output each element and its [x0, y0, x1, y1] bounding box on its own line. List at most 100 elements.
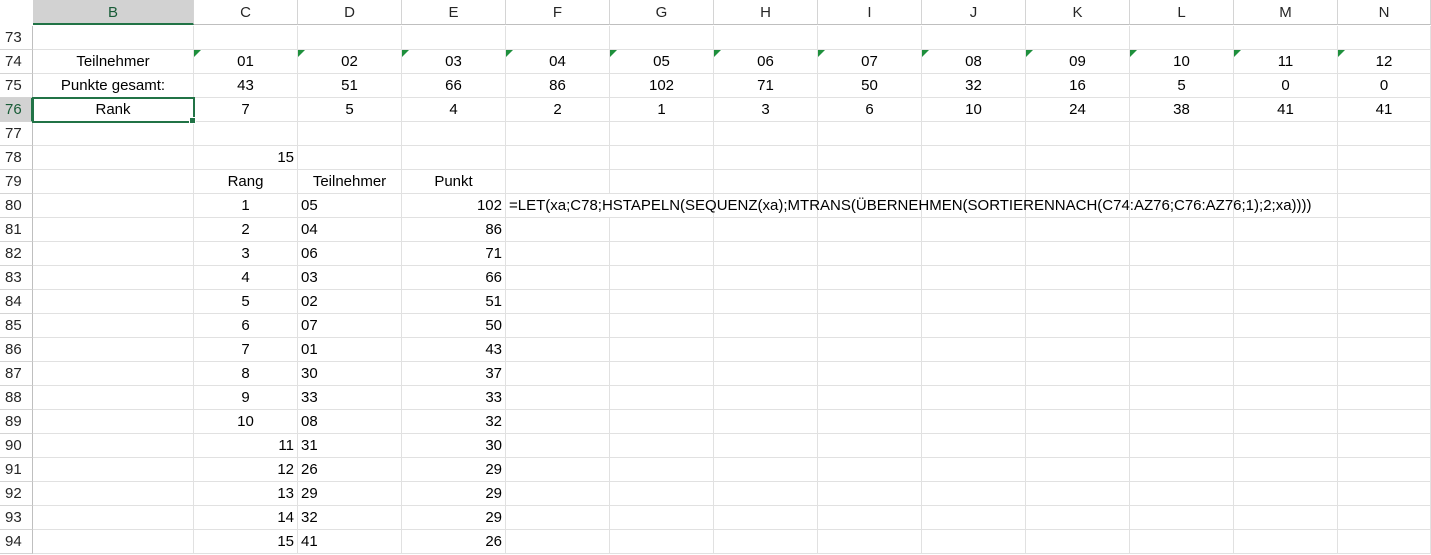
cell-M75[interactable]: 0: [1234, 74, 1338, 98]
cell-G86[interactable]: [610, 338, 714, 362]
cell-L90[interactable]: [1130, 434, 1234, 458]
cell-I93[interactable]: [818, 506, 922, 530]
cell-B79[interactable]: [33, 170, 194, 194]
cell-L91[interactable]: [1130, 458, 1234, 482]
cell-L79[interactable]: [1130, 170, 1234, 194]
spreadsheet-grid[interactable]: BCDEFGHIJKLMN Teilnehmer 01 02 03 04 05 06 07 08…: [0, 0, 1431, 555]
cell-D74[interactable]: 02: [298, 50, 402, 74]
cell-J73[interactable]: [922, 26, 1026, 50]
cell-I77[interactable]: [818, 122, 922, 146]
cell-B76[interactable]: Rank: [32, 97, 196, 124]
column-header-F[interactable]: F: [506, 0, 610, 25]
cell-I92[interactable]: [818, 482, 922, 506]
cell-H73[interactable]: [714, 26, 818, 50]
cell-C76[interactable]: 7: [194, 98, 298, 122]
cell-M79[interactable]: [1234, 170, 1338, 194]
cell-M88[interactable]: [1234, 386, 1338, 410]
cell-B82[interactable]: [33, 242, 194, 266]
cell-I94[interactable]: [818, 530, 922, 554]
cell-H86[interactable]: [714, 338, 818, 362]
cell-D93[interactable]: 32: [298, 506, 402, 530]
cell-J75[interactable]: 32: [922, 74, 1026, 98]
cell-G81[interactable]: [610, 218, 714, 242]
cell-J79[interactable]: [922, 170, 1026, 194]
cell-L87[interactable]: [1130, 362, 1234, 386]
cell-C74[interactable]: 01: [194, 50, 298, 74]
cell-E76[interactable]: 4: [402, 98, 506, 122]
cell-E78[interactable]: [402, 146, 506, 170]
cell-B80[interactable]: [33, 194, 194, 218]
row-header-79[interactable]: 79: [0, 170, 33, 194]
cell-M81[interactable]: [1234, 218, 1338, 242]
cell-N84[interactable]: [1338, 290, 1431, 314]
cell-M86[interactable]: [1234, 338, 1338, 362]
cell-N79[interactable]: [1338, 170, 1431, 194]
row-header-84[interactable]: 84: [0, 290, 33, 314]
cell-F88[interactable]: [506, 386, 610, 410]
cell-F80[interactable]: =LET(xa;C78;HSTAPELN(SEQUENZ(xa);MTRANS(…: [506, 194, 1312, 218]
cell-N91[interactable]: [1338, 458, 1431, 482]
column-header-H[interactable]: H: [714, 0, 818, 25]
cell-C80[interactable]: 1: [194, 194, 298, 218]
cell-D83[interactable]: 03: [298, 266, 402, 290]
cell-E85[interactable]: 50: [402, 314, 506, 338]
cell-E89[interactable]: 32: [402, 410, 506, 434]
cell-C94[interactable]: 15: [194, 530, 298, 554]
cell-D90[interactable]: 31: [298, 434, 402, 458]
cell-N89[interactable]: [1338, 410, 1431, 434]
cell-H79[interactable]: [714, 170, 818, 194]
cell-K74[interactable]: 09: [1026, 50, 1130, 74]
cell-K89[interactable]: [1026, 410, 1130, 434]
cell-L76[interactable]: 38: [1130, 98, 1234, 122]
cell-M74[interactable]: 11: [1234, 50, 1338, 74]
cell-L75[interactable]: 5: [1130, 74, 1234, 98]
cell-B74[interactable]: Teilnehmer: [33, 50, 194, 74]
cell-N94[interactable]: [1338, 530, 1431, 554]
cell-L85[interactable]: [1130, 314, 1234, 338]
cell-D89[interactable]: 08: [298, 410, 402, 434]
cell-L73[interactable]: [1130, 26, 1234, 50]
row-header-74[interactable]: 74: [0, 50, 33, 74]
cell-C83[interactable]: 4: [194, 266, 298, 290]
cell-D87[interactable]: 30: [298, 362, 402, 386]
cell-J87[interactable]: [922, 362, 1026, 386]
cell-G94[interactable]: [610, 530, 714, 554]
cell-M87[interactable]: [1234, 362, 1338, 386]
cell-F90[interactable]: [506, 434, 610, 458]
column-header-D[interactable]: D: [298, 0, 402, 25]
cell-J94[interactable]: [922, 530, 1026, 554]
cell-C93[interactable]: 14: [194, 506, 298, 530]
column-header-E[interactable]: E: [402, 0, 506, 25]
cell-M73[interactable]: [1234, 26, 1338, 50]
column-header-C[interactable]: C: [194, 0, 298, 25]
cell-K90[interactable]: [1026, 434, 1130, 458]
cell-I87[interactable]: [818, 362, 922, 386]
cell-J85[interactable]: [922, 314, 1026, 338]
cell-G76[interactable]: 1: [610, 98, 714, 122]
cell-L89[interactable]: [1130, 410, 1234, 434]
cell-E75[interactable]: 66: [402, 74, 506, 98]
cell-H94[interactable]: [714, 530, 818, 554]
cell-J89[interactable]: [922, 410, 1026, 434]
cell-K86[interactable]: [1026, 338, 1130, 362]
cell-K82[interactable]: [1026, 242, 1130, 266]
cell-J83[interactable]: [922, 266, 1026, 290]
cell-D76[interactable]: 5: [298, 98, 402, 122]
cell-G93[interactable]: [610, 506, 714, 530]
cell-J88[interactable]: [922, 386, 1026, 410]
cell-I88[interactable]: [818, 386, 922, 410]
cell-C81[interactable]: 2: [194, 218, 298, 242]
cell-H83[interactable]: [714, 266, 818, 290]
cell-G73[interactable]: [610, 26, 714, 50]
cell-B88[interactable]: [33, 386, 194, 410]
cell-N92[interactable]: [1338, 482, 1431, 506]
cell-E93[interactable]: 29: [402, 506, 506, 530]
row-header-91[interactable]: 91: [0, 458, 33, 482]
cell-N90[interactable]: [1338, 434, 1431, 458]
cell-G74[interactable]: 05: [610, 50, 714, 74]
cell-G85[interactable]: [610, 314, 714, 338]
cell-J86[interactable]: [922, 338, 1026, 362]
cell-G78[interactable]: [610, 146, 714, 170]
row-header-89[interactable]: 89: [0, 410, 33, 434]
column-header-K[interactable]: K: [1026, 0, 1130, 25]
